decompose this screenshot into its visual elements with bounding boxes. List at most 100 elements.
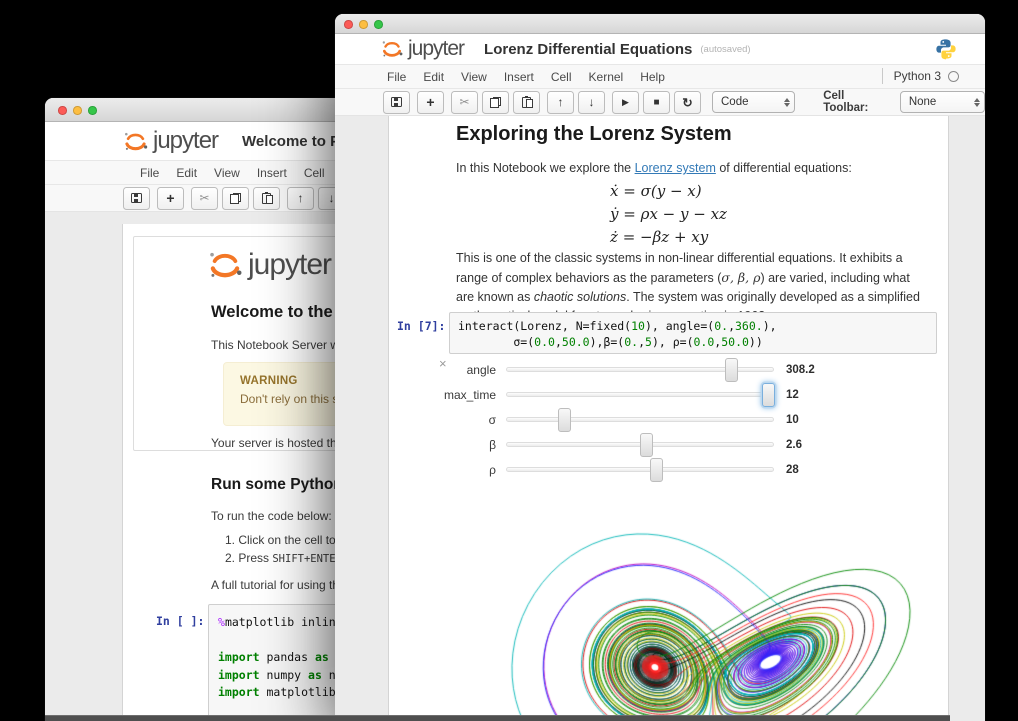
- move-down-button[interactable]: ↓: [578, 91, 605, 114]
- menu-item-view[interactable]: View: [214, 166, 240, 180]
- menu-item-kernel[interactable]: Kernel: [589, 70, 624, 84]
- slider-handle[interactable]: [640, 433, 653, 457]
- paste-button[interactable]: [253, 187, 280, 210]
- slider-row-: ρ28: [389, 457, 948, 482]
- slider-track[interactable]: [506, 442, 774, 447]
- code-token: 10: [631, 319, 645, 333]
- menu-item-edit[interactable]: Edit: [176, 166, 197, 180]
- code-line: σ=(0.0,50.0),β=(0.,5), ρ=(0.0,50.0)): [458, 334, 928, 350]
- add-cell-button[interactable]: +: [157, 187, 184, 210]
- jupyter-logo-icon: [122, 128, 149, 155]
- toolbar-group: +: [417, 91, 444, 114]
- python-logo-icon: [935, 38, 957, 60]
- code-token: matplotlib inline: [225, 615, 343, 629]
- slider-row-: σ10: [389, 407, 948, 432]
- slider-label: max_time: [389, 388, 506, 402]
- code-cell-interact[interactable]: interact(Lorenz, N=fixed(10), angle=(0.,…: [449, 312, 937, 354]
- text-segment: chaotic solutions: [534, 290, 626, 304]
- select-stepper-icon: [974, 98, 980, 107]
- slider-track[interactable]: [506, 392, 774, 397]
- lorenz-attractor-plot: [506, 528, 916, 721]
- slider-handle[interactable]: [650, 458, 663, 482]
- cell-type-select[interactable]: Code: [712, 91, 795, 113]
- jupyter-logo[interactable]: jupyter: [380, 37, 464, 61]
- slider-handle[interactable]: [762, 383, 775, 407]
- slider-handle[interactable]: [558, 408, 571, 432]
- welcome-heading: Welcome to the: [211, 303, 333, 322]
- menu-item-cell[interactable]: Cell: [551, 70, 572, 84]
- cut-button[interactable]: ✂: [191, 187, 218, 210]
- menu-item-view[interactable]: View: [461, 70, 487, 84]
- slider-value: 12: [786, 389, 799, 401]
- move-up-button[interactable]: ↑: [287, 187, 314, 210]
- code-token: ,: [728, 319, 735, 333]
- copy-button[interactable]: [222, 187, 249, 210]
- paste-icon: [522, 97, 531, 108]
- kernel-idle-icon: [948, 71, 959, 82]
- slider-label: angle: [389, 363, 506, 377]
- copy-icon: [230, 193, 241, 204]
- toolbar-buttons: + ✂ ↑ ↓ ▶ ■ ↻: [383, 91, 708, 114]
- close-button[interactable]: [344, 20, 353, 29]
- inline-link[interactable]: Lorenz system: [635, 161, 716, 175]
- code-token: as: [315, 650, 329, 664]
- copy-button[interactable]: [482, 91, 509, 114]
- menu-item-cell[interactable]: Cell: [304, 166, 325, 180]
- front-titlebar[interactable]: [335, 14, 985, 34]
- add-cell-icon: +: [166, 190, 174, 206]
- menu-item-file[interactable]: File: [387, 70, 406, 84]
- code-token: 0.: [624, 335, 638, 349]
- save-button[interactable]: [383, 91, 410, 114]
- menu-item-insert[interactable]: Insert: [504, 70, 534, 84]
- code-token: 0.0: [534, 335, 555, 349]
- menu-item-file[interactable]: File: [140, 166, 159, 180]
- save-icon: [131, 193, 142, 203]
- restart-button[interactable]: ↻: [674, 91, 701, 114]
- intro-paragraph: In this Notebook we explore the Lorenz s…: [456, 159, 926, 178]
- jupyter-logo[interactable]: jupyter: [122, 127, 218, 155]
- run-python-heading: Run some Python c: [211, 476, 356, 494]
- cell-toolbar-select[interactable]: None: [900, 91, 985, 113]
- slider-widget-area: angle308.2max_time12σ10β2.6ρ28: [389, 357, 948, 482]
- minimize-button[interactable]: [359, 20, 368, 29]
- slider-track[interactable]: [506, 417, 774, 422]
- zoom-button[interactable]: [88, 106, 97, 115]
- cut-button[interactable]: ✂: [451, 91, 478, 114]
- menu-item-insert[interactable]: Insert: [257, 166, 287, 180]
- menu-item-edit[interactable]: Edit: [423, 70, 444, 84]
- stop-button[interactable]: ■: [643, 91, 670, 114]
- slider-row-: β2.6: [389, 432, 948, 457]
- traffic-lights: [58, 106, 97, 115]
- move-up-button[interactable]: ↑: [547, 91, 574, 114]
- close-button[interactable]: [58, 106, 67, 115]
- zoom-button[interactable]: [374, 20, 383, 29]
- run-button[interactable]: ▶: [612, 91, 639, 114]
- slider-track[interactable]: [506, 367, 774, 372]
- save-button[interactable]: [123, 187, 150, 210]
- minimize-button[interactable]: [73, 106, 82, 115]
- code-token: 360.: [735, 319, 763, 333]
- notebook-title[interactable]: Lorenz Differential Equations: [484, 41, 692, 58]
- desktop-stage: jupyter Welcome to Py File Edit View Insert…: [0, 0, 1018, 721]
- stop-icon: ■: [653, 97, 659, 108]
- move-up-icon: ↑: [558, 95, 564, 109]
- code-token: import: [218, 685, 260, 699]
- code-token: 0.: [714, 319, 728, 333]
- paste-button[interactable]: [513, 91, 540, 114]
- code-token: 50.0: [562, 335, 590, 349]
- input-prompt-empty: In [ ]:: [156, 614, 204, 628]
- save-icon: [391, 97, 402, 107]
- slider-handle[interactable]: [725, 358, 738, 382]
- restart-icon: ↻: [682, 95, 692, 110]
- markdown-h1: Exploring the Lorenz System: [456, 123, 732, 146]
- code-token: ), angle=(: [645, 319, 714, 333]
- front-header: jupyter Lorenz Differential Equations (a…: [335, 34, 985, 64]
- jupyter-logo-text: jupyter: [408, 37, 464, 61]
- back-notebook-title[interactable]: Welcome to Py: [242, 133, 348, 150]
- slider-track[interactable]: [506, 467, 774, 472]
- instruction-step: 1. Click on the cell to se: [225, 532, 352, 550]
- instruction-step: 2. Press SHIFT+ENTER: [225, 550, 352, 569]
- menu-item-help[interactable]: Help: [640, 70, 665, 84]
- cut-icon: ✂: [199, 191, 209, 205]
- add-cell-button[interactable]: +: [417, 91, 444, 114]
